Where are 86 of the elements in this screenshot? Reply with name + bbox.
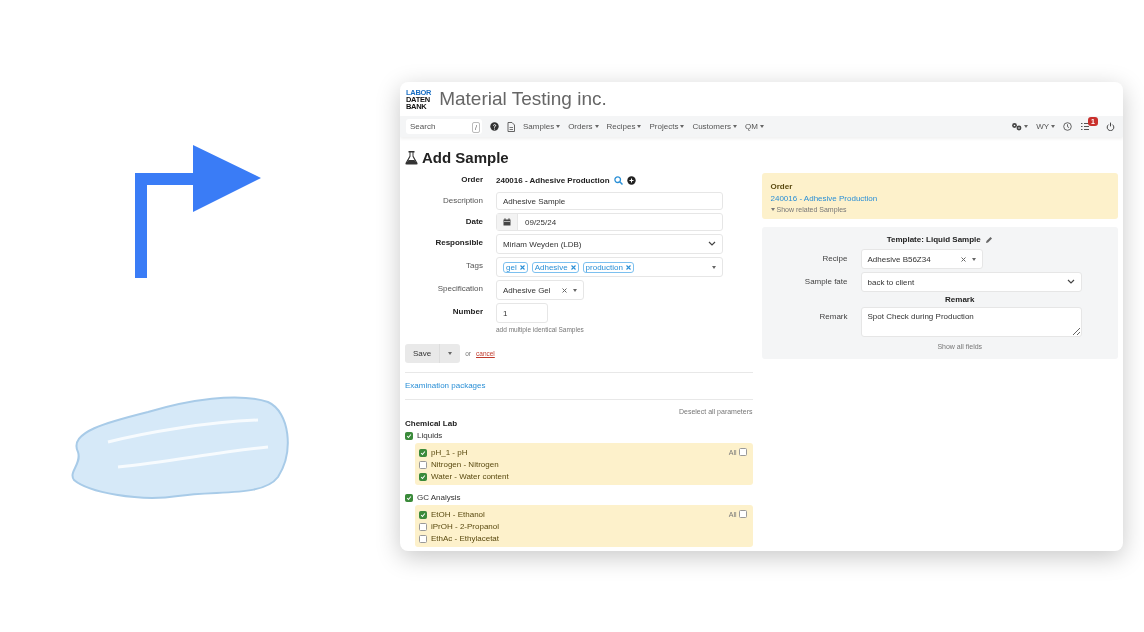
help-icon[interactable] [490,122,499,131]
pencil-icon[interactable] [984,235,993,244]
caret-icon [733,125,738,128]
parameter-label: pH_1 - pH [431,448,468,457]
caret-icon [971,257,976,261]
nav-menu[interactable]: Samples [523,122,561,131]
caret-icon [556,125,561,128]
document-icon[interactable] [507,121,515,132]
caret-icon [712,265,716,269]
caret-icon [594,125,599,128]
remove-icon[interactable] [625,264,631,270]
checkbox[interactable] [419,534,427,543]
nav-menu[interactable]: Recipes [606,122,642,131]
app-title: Material Testing inc. [439,88,607,110]
checkbox[interactable] [419,510,427,519]
order-value: 240016 - Adhesive Production [496,175,610,185]
tags-field[interactable]: gel Adhesive production [496,257,723,277]
card-title: Order [770,182,794,191]
caret-icon [1051,125,1056,128]
field-label: Description [442,195,483,207]
caret-icon [637,125,642,128]
lab-heading: Chemical Lab [405,419,458,428]
checkbox[interactable] [419,460,427,469]
triangle-icon [770,208,775,211]
group-label: Liquids [417,431,443,440]
group-label: GC Analysis [417,493,461,502]
add-circle-icon[interactable] [626,175,636,185]
field-label: Recipe [821,253,848,265]
clock-icon[interactable] [1063,122,1073,131]
packages-link[interactable]: Examination packages [405,382,753,390]
caret-icon [759,125,764,128]
flask-icon [405,150,418,165]
card-title: Template: Liquid Sample [886,235,981,244]
field-label: Order [460,174,483,186]
clear-icon[interactable] [960,256,966,262]
nav-menu[interactable]: Customers [692,122,738,131]
tag-chip[interactable]: Adhesive [531,261,579,273]
caret-icon [448,352,453,355]
settings-menu[interactable] [1011,122,1029,131]
field-label: Number [451,306,483,318]
page-title: Add Sample [422,149,509,166]
remove-icon[interactable] [519,264,525,270]
field-label: Responsible [434,237,483,249]
date-field[interactable]: 09/25/24 [496,213,723,231]
field-label: Remark [818,311,848,323]
power-icon[interactable] [1106,122,1115,131]
parameter-label: EthAc - Ethylacetat [431,534,500,543]
gears-icon [1011,122,1023,131]
checkbox[interactable] [405,431,413,440]
caret-icon [1024,125,1029,128]
parameter-label: Water - Water content [431,472,509,481]
user-menu[interactable]: WY [1036,122,1056,131]
nav-menu[interactable]: Projects [649,122,685,131]
field-label: Sample fate [803,276,848,288]
calendar-icon [503,218,511,226]
nav-menu[interactable]: Orders [568,122,599,131]
checkbox[interactable] [738,448,747,456]
field-label: Specification [436,283,483,295]
checkbox[interactable] [738,510,747,518]
chevron-icon [708,241,716,247]
clear-icon[interactable] [562,287,567,293]
text-field[interactable]: Adhesive Sample [496,192,723,210]
checkbox[interactable] [419,522,427,531]
caret-icon [573,288,577,292]
checkbox[interactable] [419,472,427,481]
remark-field[interactable]: Spot Check during Production [860,307,1082,337]
nav-menu[interactable]: QM [745,122,764,131]
caret-icon [680,125,685,128]
field-label: Date [464,216,483,228]
parameter-label: Nitrogen - Nitrogen [431,460,499,469]
parameter-label: EtOH - Ethanol [431,510,485,519]
select-field[interactable]: Miriam Weyden (LDB) [496,234,723,254]
checkbox[interactable] [405,493,413,502]
select-field[interactable]: Adhesive B56Z34 [860,249,983,269]
tag-chip[interactable]: production [582,261,634,273]
remove-icon[interactable] [570,264,576,270]
section-heading: Remark [944,295,976,304]
number-field[interactable]: 1 [496,303,548,323]
select-field[interactable]: Adhesive Gel [496,280,584,300]
parameter-label: iPrOH - 2-Propanol [431,522,500,531]
checkbox[interactable] [419,448,427,457]
field-label: Tags [465,260,483,272]
tag-chip[interactable]: gel [503,261,528,273]
chevron-icon [1066,279,1075,285]
task-list-icon[interactable] [1080,122,1091,131]
select-field[interactable]: back to client [860,272,1082,292]
